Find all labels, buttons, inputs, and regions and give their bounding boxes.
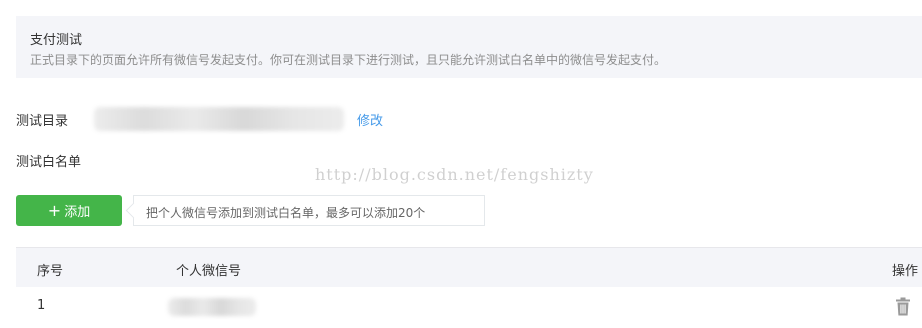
watermark: http://blog.csdn.net/fengshizty xyxy=(315,165,594,184)
add-button-label: 添加 xyxy=(64,205,91,220)
wechat-id-redacted xyxy=(168,298,256,316)
add-whitelist-button[interactable]: + 添加 xyxy=(16,195,122,226)
plus-icon: + xyxy=(47,200,62,220)
table-row: 1 xyxy=(16,287,922,328)
add-hint-text: 把个人微信号添加到测试白名单，最多可以添加20个 xyxy=(146,206,426,220)
column-header-actions: 操作 xyxy=(892,264,919,279)
banner-description: 正式目录下的页面允许所有微信号发起支付。你可在测试目录下进行测试，且只能允许测试… xyxy=(30,53,667,67)
whitelist-label: 测试白名单 xyxy=(16,155,82,170)
row-index: 1 xyxy=(37,298,46,313)
payment-settings-page: 支付测试 正式目录下的页面允许所有微信号发起支付。你可在测试目录下进行测试，且只… xyxy=(0,0,922,328)
column-header-index: 序号 xyxy=(37,264,64,279)
modify-directory-link[interactable]: 修改 xyxy=(357,110,383,129)
column-header-wechat-id: 个人微信号 xyxy=(176,264,242,279)
test-directory-label: 测试目录 xyxy=(16,114,69,129)
trash-icon[interactable] xyxy=(895,297,911,320)
test-directory-value-redacted xyxy=(94,107,344,131)
whitelist-table-header: 序号 个人微信号 操作 xyxy=(16,247,922,287)
banner-title: 支付测试 xyxy=(30,33,83,48)
payment-test-banner: 支付测试 正式目录下的页面允许所有微信号发起支付。你可在测试目录下进行测试，且只… xyxy=(16,16,922,78)
add-hint-tooltip: 把个人微信号添加到测试白名单，最多可以添加20个 xyxy=(133,195,485,226)
